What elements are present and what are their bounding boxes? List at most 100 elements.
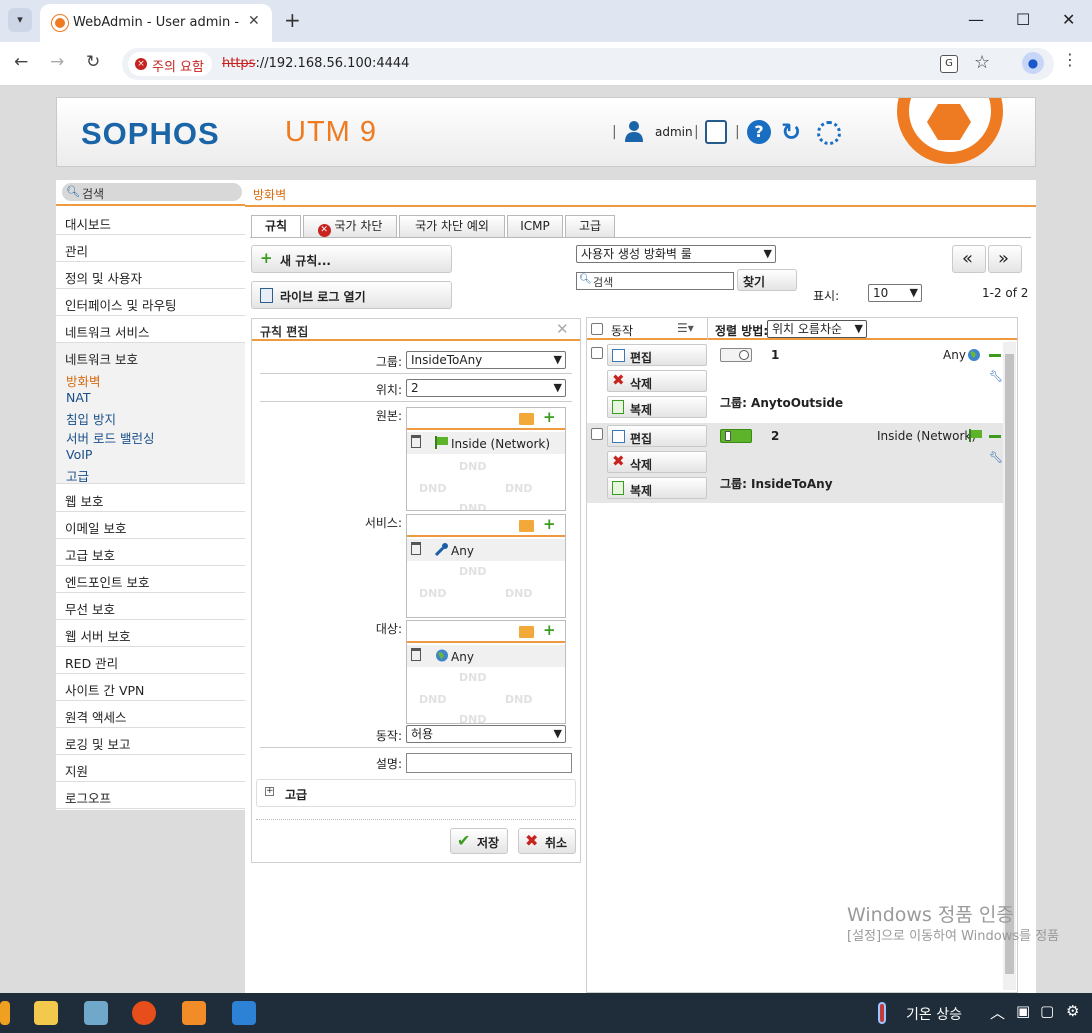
position-select[interactable]: 2 ▼ (406, 379, 566, 397)
action-select[interactable]: 허용 ▼ (406, 725, 566, 743)
tab-advanced[interactable]: 고급 (565, 215, 615, 237)
sidebar-sub-advanced[interactable]: 고급 (66, 466, 89, 485)
sidebar-item-wireless[interactable]: 무선 보호 (56, 593, 245, 620)
sidebar-item-network-protection[interactable]: 네트워크 보호 (65, 349, 138, 368)
tray-display-icon[interactable]: ▢ (1040, 1002, 1054, 1020)
security-chip[interactable]: × 주의 요함 (128, 52, 212, 76)
plus-icon[interactable]: + (543, 515, 556, 533)
refresh-icon[interactable]: ↻ (781, 118, 801, 146)
delete-rule-button[interactable]: ✖ 삭제 (607, 451, 707, 473)
copy-rule-button[interactable]: 복제 (607, 396, 707, 418)
sort-select[interactable]: 위치 오름차순 ▼ (767, 320, 867, 338)
sidebar-item-management[interactable]: 관리 (56, 235, 245, 262)
sidebar-item-logging[interactable]: 로깅 및 보고 (56, 728, 245, 755)
plus-icon[interactable]: + (543, 621, 556, 639)
sidebar-search[interactable]: 🔍︎ 검색 (62, 183, 242, 201)
trash-icon[interactable] (411, 542, 421, 555)
maximize-icon[interactable]: ☐ (1016, 10, 1030, 29)
trash-icon[interactable] (411, 648, 421, 661)
plus-icon[interactable]: + (543, 408, 556, 426)
sidebar-item-webserver[interactable]: 웹 서버 보호 (56, 620, 245, 647)
scrollbar-thumb[interactable] (1005, 354, 1014, 974)
clipboard-icon[interactable] (705, 120, 727, 144)
sidebar-sub-voip[interactable]: VoIP (66, 447, 92, 462)
sidebar-sub-ips[interactable]: 침입 방지 (66, 409, 116, 428)
rule-checkbox[interactable] (591, 428, 603, 440)
translate-icon[interactable]: G (940, 55, 958, 73)
rule-filter-select[interactable]: 사용자 생성 방화벽 룰 ▼ (576, 245, 776, 263)
tab-country-blocking[interactable]: ✕ 국가 차단 (303, 215, 397, 237)
rule-checkbox[interactable] (591, 347, 603, 359)
sidebar-sub-nat[interactable]: NAT (66, 390, 91, 405)
copy-rule-button[interactable]: 복제 (607, 477, 707, 499)
address-bar[interactable]: × 주의 요함 https://192.168.56.100:4444 G ☆ (122, 48, 1054, 80)
advanced-section[interactable]: + 고급 (256, 779, 576, 807)
delete-rule-button[interactable]: ✖ 삭제 (607, 370, 707, 392)
sidebar-item-endpoint-protection[interactable]: 엔드포인트 보호 (56, 566, 245, 593)
edit-rule-button[interactable]: 편집 (607, 425, 707, 447)
source-dnd-box[interactable]: + Inside (Network) DND DND DND DND (406, 407, 566, 511)
rule-toggle[interactable] (720, 429, 752, 443)
sidebar-sub-load-balancing[interactable]: 서버 로드 밸런싱 (66, 428, 154, 447)
description-input[interactable] (406, 753, 572, 773)
taskbar-terminal-icon[interactable] (182, 1001, 206, 1025)
minimize-icon[interactable]: — (968, 10, 984, 29)
close-window-icon[interactable]: ✕ (1062, 10, 1075, 29)
taskbar-file-explorer-icon[interactable] (34, 1001, 58, 1025)
thermometer-icon[interactable] (878, 1002, 886, 1024)
weather-text[interactable]: 기온 상승 (906, 1004, 962, 1024)
sidebar-item-remote-access[interactable]: 원격 액세스 (56, 701, 245, 728)
browser-tab[interactable]: WebAdmin - User admin - De ✕ (40, 4, 272, 42)
back-arrow-icon[interactable]: ← (14, 52, 28, 72)
reload-page-icon[interactable]: ↻ (86, 52, 100, 72)
user-icon[interactable] (623, 120, 645, 142)
sidebar-item-email-protection[interactable]: 이메일 보호 (56, 512, 245, 539)
browser-menu-icon[interactable]: ⋮ (1062, 50, 1078, 69)
taskbar-app-icon[interactable] (0, 1001, 10, 1025)
tab-rules[interactable]: 규칙 (251, 215, 301, 238)
user-name[interactable]: admin (655, 125, 693, 139)
next-page-button[interactable]: » (988, 245, 1022, 273)
source-item[interactable]: Inside (Network) (407, 432, 565, 454)
bulk-action-menu-icon[interactable]: ☰▾ (677, 321, 694, 335)
sidebar-item-network-services[interactable]: 네트워크 서비스 (56, 316, 245, 343)
folder-icon[interactable] (519, 520, 534, 532)
save-button[interactable]: ✔ 저장 (450, 828, 508, 854)
tab-icmp[interactable]: ICMP (507, 215, 563, 237)
taskbar-shell-icon[interactable] (132, 1001, 156, 1025)
close-icon[interactable]: ✕ (556, 320, 569, 338)
tab-search-button[interactable]: ▾ (8, 8, 32, 32)
sidebar-item-dashboard[interactable]: 대시보드 (56, 208, 245, 235)
group-select[interactable]: InsideToAny ▼ (406, 351, 566, 369)
profile-avatar-icon[interactable]: ● (1022, 52, 1044, 74)
tray-chevron-up-icon[interactable]: ︿ (990, 1002, 1005, 1023)
sidebar-item-site-vpn[interactable]: 사이트 간 VPN (56, 674, 245, 701)
scrollbar[interactable] (1003, 342, 1016, 990)
display-count-select[interactable]: 10 ▼ (868, 284, 922, 302)
sidebar-item-red[interactable]: RED 관리 (56, 647, 245, 674)
trash-icon[interactable] (411, 435, 421, 448)
find-button[interactable]: 찾기 (737, 269, 797, 291)
destination-dnd-box[interactable]: + Any DND DND DND DND (406, 620, 566, 724)
edit-rule-button[interactable]: 편집 (607, 344, 707, 366)
close-tab-icon[interactable]: ✕ (248, 13, 260, 29)
destination-item[interactable]: Any (407, 645, 565, 667)
sidebar-item-advanced-protection[interactable]: 고급 보호 (56, 539, 245, 566)
sidebar-sub-firewall[interactable]: 방화벽 (66, 371, 101, 390)
taskbar-notepad-icon[interactable] (84, 1001, 108, 1025)
sidebar-item-web-protection[interactable]: 웹 보호 (56, 485, 245, 512)
sidebar-item-support[interactable]: 지원 (56, 755, 245, 782)
forward-arrow-icon[interactable]: → (50, 52, 64, 72)
sidebar-item-interfaces[interactable]: 인터페이스 및 라우팅 (56, 289, 245, 316)
url-text[interactable]: https://192.168.56.100:4444 (222, 56, 409, 71)
folder-icon[interactable] (519, 626, 534, 638)
rule-toggle[interactable] (720, 348, 752, 362)
service-dnd-box[interactable]: + Any DND DND DND (406, 514, 566, 618)
prev-page-button[interactable]: « (952, 245, 986, 273)
sidebar-item-logoff[interactable]: 로그오프 (56, 782, 245, 809)
new-tab-button[interactable]: + (284, 8, 301, 32)
sidebar-item-definitions[interactable]: 정의 및 사용자 (56, 262, 245, 289)
bookmark-star-icon[interactable]: ☆ (974, 52, 990, 73)
taskbar-wireshark-icon[interactable] (232, 1001, 256, 1025)
service-item[interactable]: Any (407, 539, 565, 561)
